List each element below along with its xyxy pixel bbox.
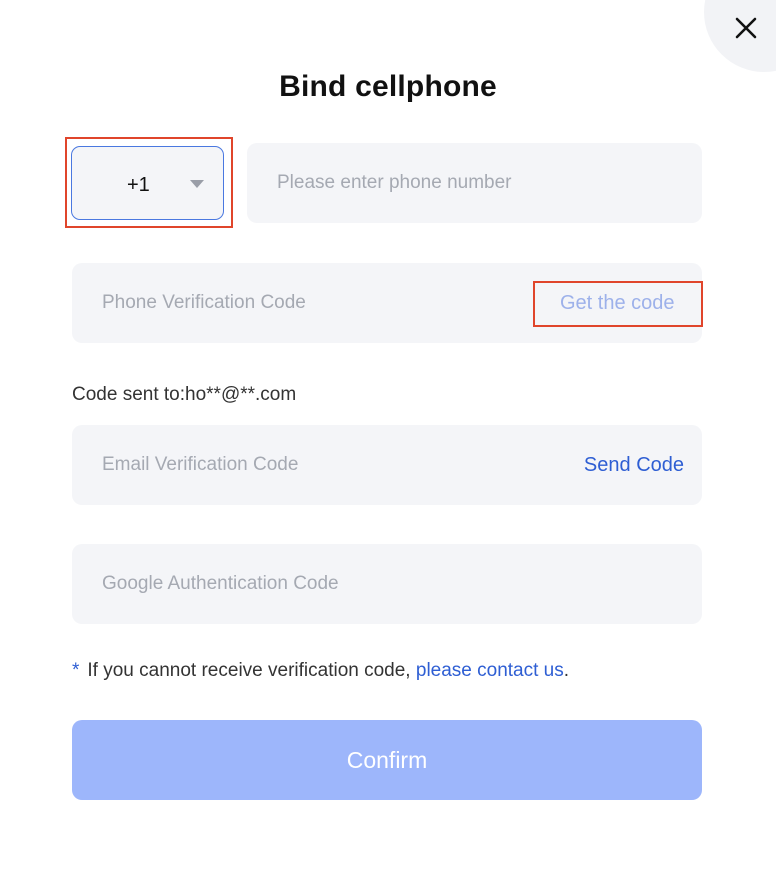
country-code-select[interactable]: +1 (71, 146, 224, 220)
email-code-field: Send Code (72, 425, 702, 505)
country-code-value: +1 (127, 174, 150, 196)
notice-star: * (72, 660, 80, 681)
dialog-title: Bind cellphone (279, 70, 497, 103)
close-icon (735, 17, 757, 39)
get-code-button[interactable]: Get the code (560, 292, 675, 315)
confirm-button[interactable]: Confirm (72, 720, 702, 800)
notice-suffix: . (563, 660, 570, 681)
phone-number-input[interactable] (247, 143, 702, 223)
contact-us-link[interactable]: please contact us (416, 660, 564, 681)
google-code-field (72, 544, 702, 624)
bind-cellphone-dialog: Bind cellphone +1 Get the code Code sent… (0, 0, 776, 872)
google-code-input[interactable] (72, 544, 702, 624)
notice-text: If you cannot receive verification code, (87, 660, 411, 681)
phone-number-field (247, 143, 702, 223)
code-sent-label: Code sent to:ho**@**.com (72, 384, 297, 405)
chevron-down-icon (190, 180, 204, 188)
close-button[interactable] (730, 12, 762, 44)
help-notice: * If you cannot receive verification code… (72, 660, 569, 682)
send-code-button[interactable]: Send Code (584, 454, 684, 477)
